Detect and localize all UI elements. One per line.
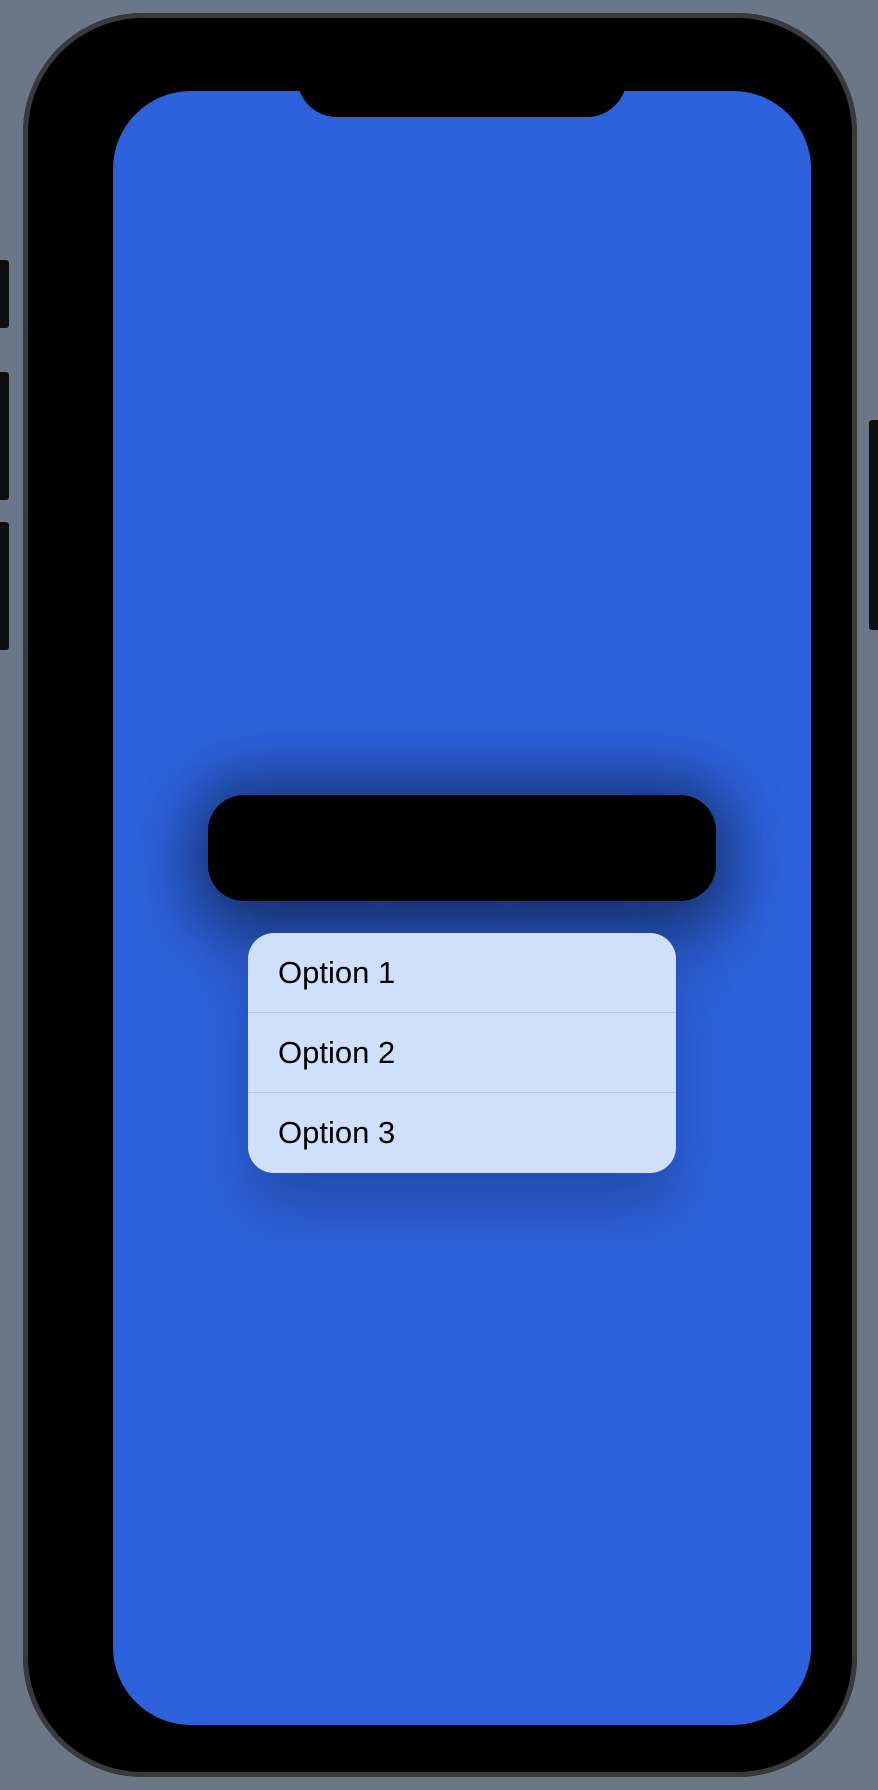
power-button <box>869 420 878 630</box>
screen: Option 1 Option 2 Option 3 <box>113 91 811 1725</box>
mute-switch <box>0 260 9 328</box>
menu-item-label: Option 2 <box>278 1035 395 1071</box>
menu-item-option-3[interactable]: Option 3 <box>248 1093 676 1173</box>
phone-bezel: Option 1 Option 2 Option 3 <box>73 53 851 1763</box>
volume-down-button <box>0 522 9 650</box>
context-menu-trigger[interactable] <box>208 795 716 901</box>
menu-item-label: Option 1 <box>278 955 395 991</box>
menu-item-option-1[interactable]: Option 1 <box>248 933 676 1013</box>
menu-item-option-2[interactable]: Option 2 <box>248 1013 676 1093</box>
volume-up-button <box>0 372 9 500</box>
notch <box>297 53 627 117</box>
context-menu: Option 1 Option 2 Option 3 <box>248 933 676 1173</box>
phone-frame: Option 1 Option 2 Option 3 <box>23 13 857 1777</box>
menu-item-label: Option 3 <box>278 1115 395 1151</box>
